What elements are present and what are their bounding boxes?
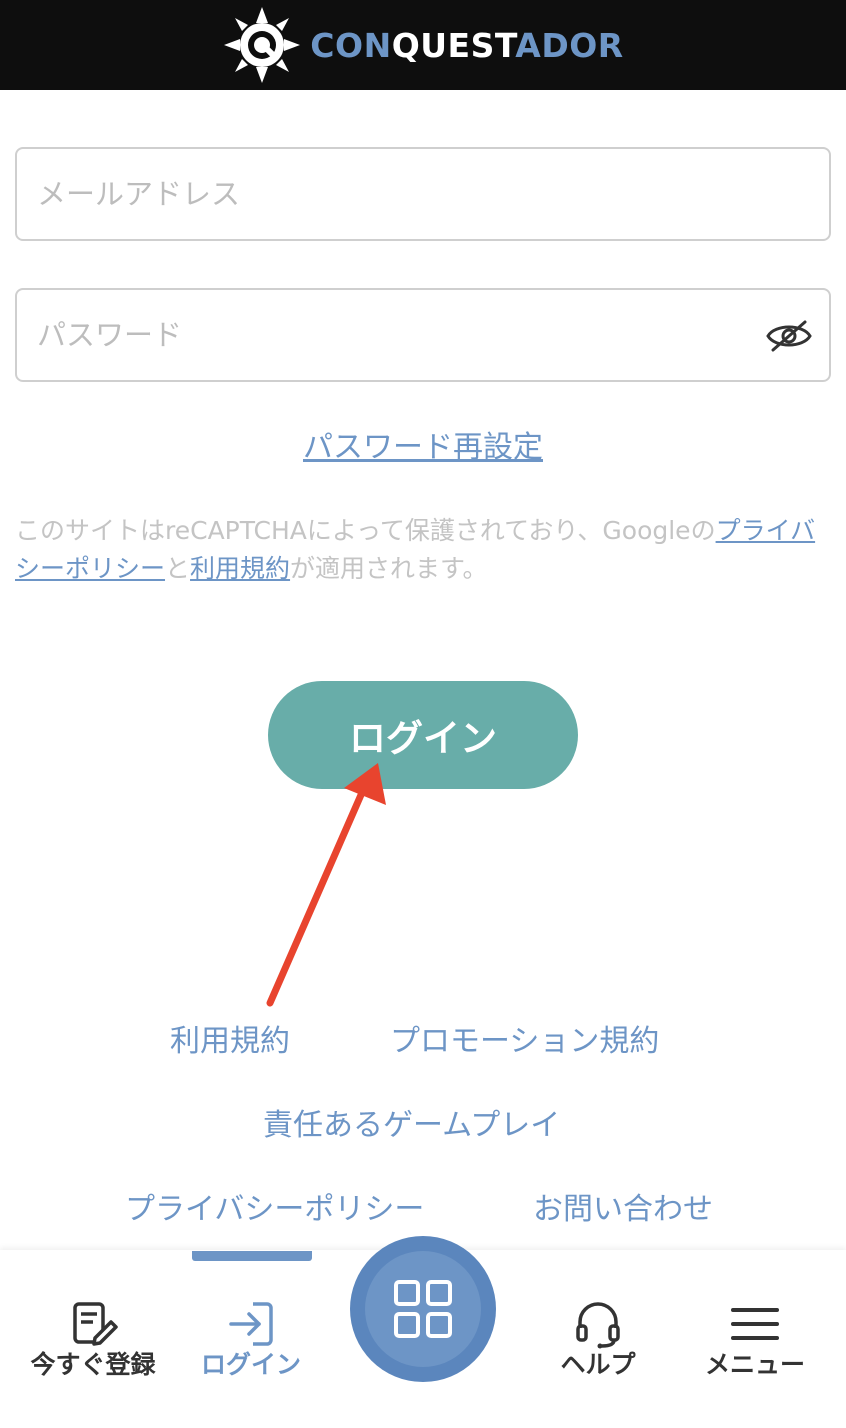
footer-contact-link[interactable]: お問い合わせ — [533, 1184, 713, 1228]
site-header: CONQUESTADOR — [0, 0, 846, 90]
nav-center-games-button[interactable] — [350, 1236, 496, 1382]
brand-name: CONQUESTADOR — [310, 26, 623, 65]
brand-part-1: CON — [310, 25, 392, 65]
brand-part-3: ADOR — [515, 25, 624, 65]
nav-login[interactable]: ログイン — [198, 1298, 304, 1380]
nav-center-inner — [365, 1251, 481, 1367]
recaptcha-text-after: が適用されます。 — [290, 554, 488, 583]
nav-register[interactable]: 今すぐ登録 — [30, 1298, 156, 1380]
edit-document-icon — [73, 1302, 118, 1346]
brand-logo[interactable]: CONQUESTADOR — [222, 5, 623, 85]
email-field-container — [15, 147, 831, 241]
footer-promo-terms-link[interactable]: プロモーション規約 — [390, 1016, 659, 1060]
password-input[interactable] — [17, 290, 829, 380]
footer-responsible-gaming-link[interactable]: 責任あるゲームプレイ — [263, 1100, 560, 1144]
nav-menu[interactable]: メニュー — [690, 1298, 820, 1380]
nav-active-indicator — [192, 1251, 312, 1261]
recaptcha-connector: と — [165, 554, 191, 583]
nav-login-label: ログイン — [200, 1350, 301, 1379]
nav-help[interactable]: ヘルプ — [548, 1298, 648, 1380]
password-field-container — [15, 288, 831, 382]
email-input[interactable] — [17, 149, 829, 239]
footer-privacy-link[interactable]: プライバシーポリシー — [125, 1184, 424, 1228]
nav-menu-label: メニュー — [704, 1350, 805, 1379]
password-reset-link[interactable]: パスワード再設定 — [0, 422, 846, 466]
recaptcha-notice: このサイトはreCAPTCHAによって保護されており、Googleのプライバシー… — [15, 512, 831, 588]
recaptcha-text-before: このサイトはreCAPTCHAによって保護されており、Googleの — [15, 516, 716, 545]
grid-icon — [394, 1280, 452, 1338]
headset-icon — [576, 1302, 620, 1349]
nav-register-label: 今すぐ登録 — [30, 1350, 156, 1379]
brand-part-2: QUEST — [391, 25, 516, 65]
recaptcha-terms-link[interactable]: 利用規約 — [190, 554, 290, 583]
footer-terms-link[interactable]: 利用規約 — [170, 1016, 290, 1060]
compass-q-logo-icon — [224, 7, 301, 83]
nav-help-label: ヘルプ — [560, 1350, 636, 1379]
login-button[interactable]: ログイン — [268, 681, 578, 789]
hamburger-menu-icon — [731, 1308, 779, 1340]
login-arrow-icon — [229, 1302, 273, 1346]
eye-off-icon[interactable] — [765, 318, 813, 354]
